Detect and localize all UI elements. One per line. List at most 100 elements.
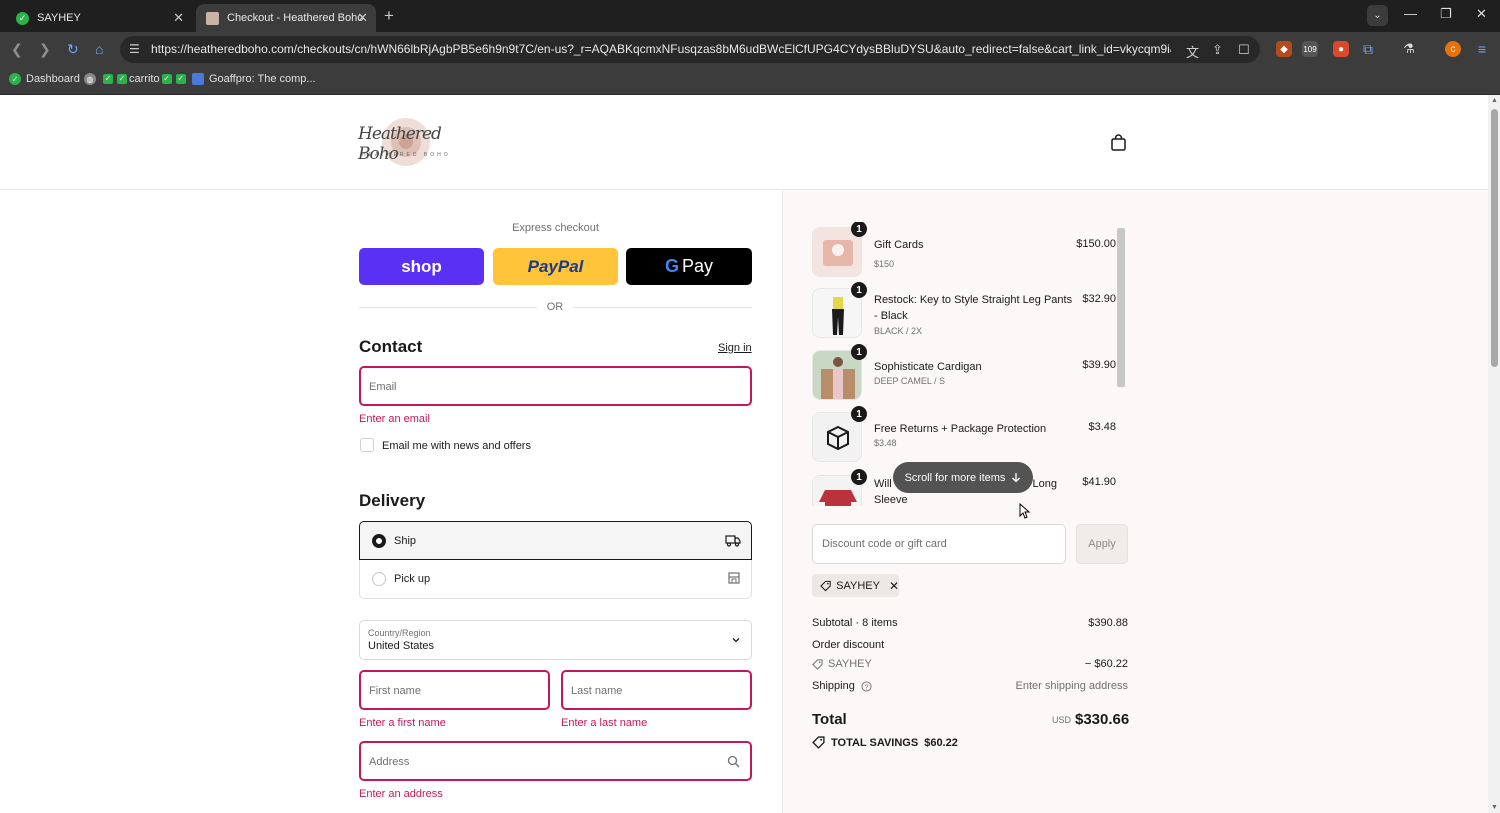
bookmark-label: carrito — [129, 73, 160, 85]
forward-icon[interactable]: ❯ — [39, 41, 51, 58]
total-label: Total — [812, 711, 847, 728]
item-price: $32.90 — [1082, 293, 1116, 305]
address-error: Enter an address — [359, 788, 443, 800]
close-tab-icon[interactable]: ✕ — [357, 10, 368, 26]
extension-icon[interactable]: ● — [1333, 41, 1349, 57]
total-value: $330.66 — [1075, 711, 1130, 728]
divider — [359, 307, 537, 308]
reload-icon[interactable]: ↻ — [67, 41, 79, 58]
tab-checkout[interactable]: Checkout - Heathered Boho ✕ — [196, 4, 376, 32]
item-price: $41.90 — [1082, 476, 1116, 488]
items-scroll-thumb[interactable] — [1117, 228, 1125, 387]
shop-pay-button[interactable]: shop — [359, 248, 484, 285]
first-name-input[interactable]: First name — [359, 670, 550, 710]
close-window-icon[interactable]: ✕ — [1476, 6, 1487, 22]
close-tab-icon[interactable]: ✕ — [173, 10, 184, 26]
google-g-icon: G — [664, 256, 679, 276]
page-scroll-thumb[interactable] — [1491, 109, 1498, 367]
home-icon[interactable]: ⌂ — [95, 41, 103, 57]
scroll-down-icon[interactable]: ▼ — [1491, 804, 1498, 811]
store-logo[interactable]: Heathered Boho HEATHERED BOHO — [358, 110, 454, 174]
item-price: $39.90 — [1082, 359, 1116, 371]
url-text[interactable]: https://heatheredboho.com/checkouts/cn/h… — [151, 42, 1171, 56]
bookmark-label: Goaffpro: The comp... — [209, 73, 316, 85]
news-offers-checkbox[interactable] — [360, 438, 374, 452]
logo-subtext: HEATHERED BOHO — [362, 152, 451, 158]
menu-icon[interactable]: ≡ — [1474, 41, 1490, 57]
back-icon[interactable]: ❮ — [11, 41, 23, 58]
sign-in-link[interactable]: Sign in — [718, 342, 752, 354]
scroll-up-icon[interactable]: ▲ — [1491, 97, 1498, 104]
tab-search-icon[interactable]: ⌄ — [1367, 5, 1388, 26]
express-checkout-label: Express checkout — [512, 222, 599, 234]
line-item: 1 Gift Cards $150 $150.00 — [812, 222, 1116, 283]
shopping-bag-icon[interactable] — [1110, 134, 1127, 151]
pickup-radio[interactable] — [372, 572, 386, 586]
line-item: 1 Restock: Key to Style Straight Leg Pan… — [812, 282, 1116, 344]
bookmark-carrito[interactable]: ◍ ✓ ✓ carrito ✓ ✓ — [84, 73, 188, 85]
extension-icon[interactable]: ◆ — [1276, 41, 1292, 57]
ship-option[interactable]: Ship — [359, 521, 752, 560]
site-info-icon[interactable]: ☰ — [129, 42, 140, 56]
country-value: United States — [368, 640, 435, 652]
email-input[interactable]: Email — [359, 366, 752, 406]
shop-pay-label: shop — [401, 256, 442, 276]
google-pay-button[interactable]: G Pay — [626, 248, 752, 285]
item-name: Restock: Key to Style Straight Leg Pants… — [874, 294, 1073, 322]
tag-icon — [812, 736, 825, 749]
item-name: Sophisticate Cardigan — [874, 361, 982, 373]
scroll-for-more-button[interactable]: Scroll for more items — [893, 462, 1033, 493]
quantity-badge: 1 — [851, 282, 867, 298]
address-input[interactable]: Address — [359, 741, 752, 781]
scroll-hint-label: Scroll for more items — [904, 471, 1006, 484]
ship-label: Ship — [394, 535, 417, 547]
share-icon[interactable]: ⇪ — [1212, 42, 1223, 58]
pickup-option[interactable]: Pick up — [359, 560, 752, 599]
translate-icon[interactable]: ⽂ — [1186, 42, 1199, 61]
item-name-start: Will — [874, 478, 892, 490]
shipping-label: Shipping — [812, 680, 855, 692]
goaffpro-favicon-icon — [192, 73, 204, 85]
last-name-input[interactable]: Last name — [561, 670, 752, 710]
help-circle-icon[interactable]: ? — [861, 680, 872, 692]
browser-toolbar: ❮ ❯ ↻ ⌂ ☰ https://heatheredboho.com/chec… — [0, 32, 1500, 68]
labs-flask-icon[interactable]: ⚗ — [1401, 41, 1417, 57]
discount-code-input[interactable]: Discount code or gift card — [812, 524, 1066, 564]
order-discount-row: Order discount — [812, 639, 1128, 651]
country-select[interactable]: Country/Region United States — [359, 620, 752, 660]
savings-label: TOTAL SAVINGS — [831, 736, 919, 749]
apply-label: Apply — [1088, 538, 1116, 550]
quantity-badge: 1 — [851, 222, 867, 237]
last-name-error: Enter a last name — [561, 717, 648, 729]
news-offers-label[interactable]: Email me with news and offers — [382, 440, 531, 452]
subtotal-label: Subtotal · 8 items — [812, 617, 898, 629]
chevron-down-icon — [732, 638, 740, 643]
bookmark-star-icon[interactable]: ☐ — [1238, 42, 1250, 58]
bookmark-dashboard[interactable]: ✓ Dashboard — [9, 73, 80, 85]
tab-sayhey[interactable]: ✓ SAYHEY ✕ — [6, 4, 192, 32]
page-scrollbar[interactable]: ▲ ▼ — [1488, 95, 1500, 813]
address-bar[interactable]: ☰ https://heatheredboho.com/checkouts/cn… — [120, 36, 1260, 63]
restore-icon[interactable]: ❐ — [1440, 6, 1452, 22]
ship-radio[interactable] — [372, 534, 386, 548]
new-tab-icon[interactable]: + — [384, 6, 394, 26]
extension-badge-icon[interactable]: 109 — [1302, 41, 1318, 57]
checkout-page: Heathered Boho HEATHERED BOHO Express ch… — [0, 95, 1488, 813]
shipping-row: Shipping ? Enter shipping address — [812, 680, 1128, 692]
tag-icon — [812, 658, 823, 670]
item-name: Free Returns + Package Protection — [874, 423, 1047, 435]
puzzle-extensions-icon[interactable]: ⧉ — [1360, 41, 1376, 57]
items-scrollbar[interactable] — [1116, 222, 1126, 506]
item-variant: DEEP CAMEL / S — [874, 376, 946, 386]
first-name-placeholder: First name — [369, 685, 421, 697]
remove-code-icon[interactable]: ✕ — [889, 579, 899, 593]
apply-discount-button[interactable]: Apply — [1076, 524, 1128, 564]
bookmark-goaffpro[interactable]: Goaffpro: The comp... — [192, 73, 316, 85]
total-currency: USD — [1052, 715, 1072, 725]
mouse-cursor-icon — [1019, 503, 1031, 519]
profile-avatar-icon[interactable]: c — [1445, 41, 1461, 57]
minimize-icon[interactable]: — — [1404, 6, 1417, 21]
email-placeholder: Email — [369, 381, 397, 393]
paypal-button[interactable]: PayPal — [493, 248, 618, 285]
logo-text: Heathered Boho — [358, 124, 442, 164]
